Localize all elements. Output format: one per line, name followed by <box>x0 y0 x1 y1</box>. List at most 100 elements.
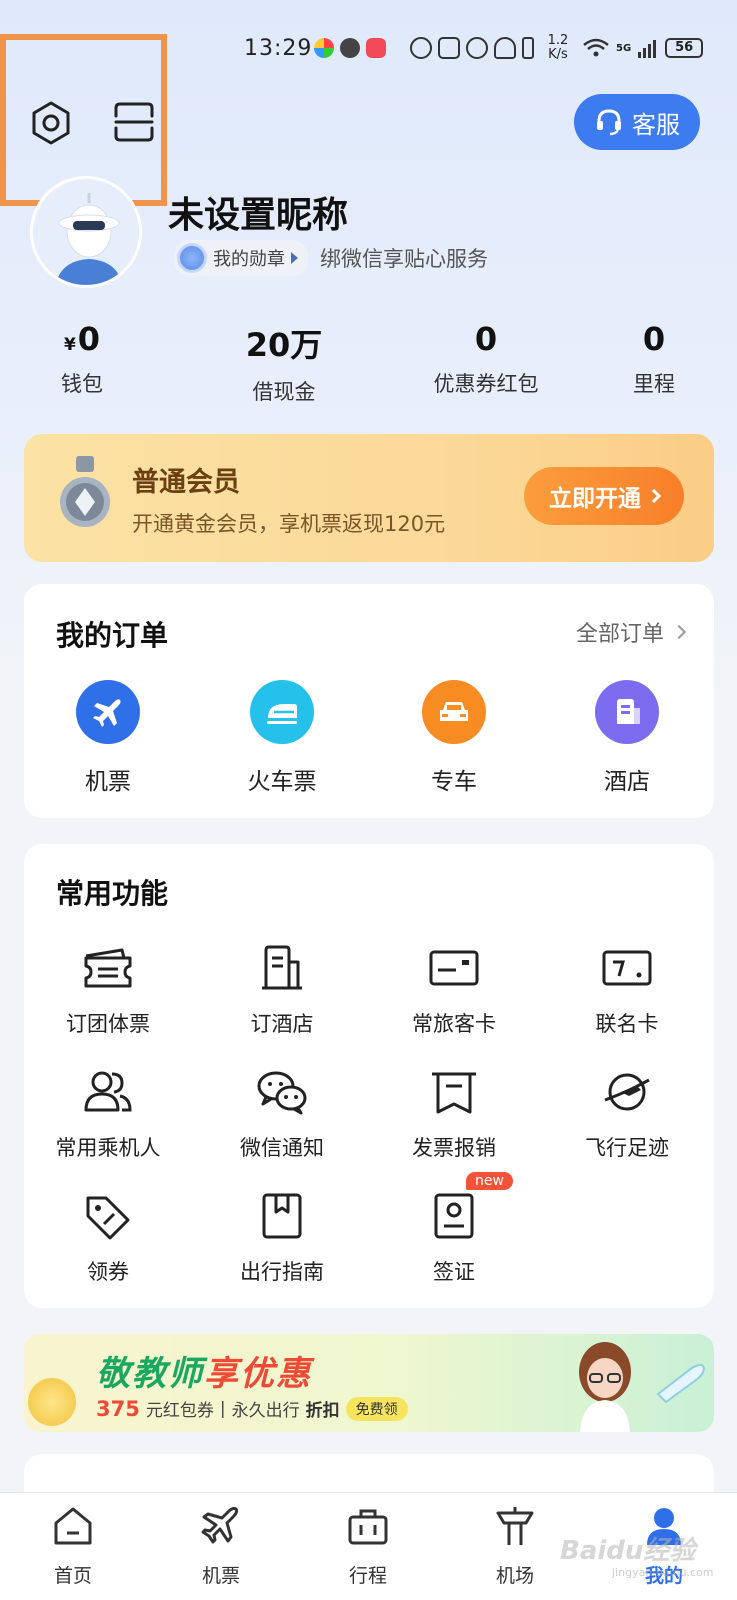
func-flight-footprint[interactable]: 飞行足迹 <box>552 1066 702 1162</box>
signal-bars-icon <box>638 40 657 58</box>
visa-icon: new <box>426 1172 513 1242</box>
func-label: 订酒店 <box>250 1012 314 1036</box>
activate-membership-button[interactable]: 立即开通 <box>524 467 684 525</box>
customer-service-button[interactable]: 客服 <box>574 94 700 150</box>
chevron-right-icon <box>671 624 687 640</box>
train-icon <box>250 680 314 744</box>
signal-label: 5G <box>616 42 632 54</box>
promo-title: 敬教师享优惠 <box>96 1346 312 1395</box>
plane-illustration-icon <box>656 1364 706 1404</box>
hotel-icon <box>595 680 659 744</box>
wechat-icon <box>254 1066 310 1118</box>
status-app-icons <box>314 38 386 58</box>
medal-icon <box>177 243 207 273</box>
func-label: 发票报销 <box>412 1136 496 1160</box>
order-train[interactable]: 火车票 <box>212 680 352 796</box>
stat-coupons[interactable]: 0 优惠券红包 <box>434 320 539 398</box>
stat-mileage[interactable]: 0 里程 <box>633 320 675 398</box>
promo-subtitle: 375 元红包券 | 永久出行 折扣 免费领 <box>96 1396 408 1421</box>
nfc-icon <box>410 37 432 59</box>
nav-label: 首页 <box>53 1565 92 1587</box>
coin-icon <box>28 1378 76 1426</box>
nav-trips[interactable]: 行程 <box>318 1503 418 1588</box>
wechat-notification-icon <box>340 38 360 58</box>
stats-row: ¥0 钱包 20万 借现金 0 优惠券红包 0 里程 <box>0 320 737 404</box>
func-frequent-flyer[interactable]: 常旅客卡 <box>379 942 529 1038</box>
triangle-right-icon <box>291 252 298 264</box>
func-label: 常用乘机人 <box>55 1136 161 1160</box>
nav-label: 机票 <box>201 1565 240 1587</box>
plane-nav-icon <box>201 1506 239 1544</box>
func-invoice[interactable]: 发票报销 <box>379 1066 529 1162</box>
stat-value: 0 <box>642 320 666 358</box>
guide-book-icon <box>254 1190 310 1242</box>
orders-card: 我的订单 全部订单 机票 火车票 专车 酒店 <box>24 584 714 818</box>
promo-amount: 375 <box>96 1396 140 1421</box>
func-visa[interactable]: new 签证 <box>379 1172 529 1286</box>
stat-cash-loan[interactable]: 20万 借现金 <box>246 320 323 406</box>
medal-label: 我的勋章 <box>213 249 285 270</box>
stat-value: 20万 <box>245 326 323 364</box>
nav-label: 机场 <box>495 1565 534 1587</box>
orders-title: 我的订单 <box>56 619 169 652</box>
stat-value: 0 <box>77 320 101 358</box>
network-speed: 1.2 K/s <box>547 33 569 62</box>
avatar[interactable] <box>30 176 142 288</box>
planet-plane-icon <box>599 1066 655 1118</box>
settings-icon[interactable] <box>28 100 74 146</box>
functions-title: 常用功能 <box>56 877 169 910</box>
func-coupons[interactable]: 领券 <box>33 1190 183 1286</box>
func-wechat-notify[interactable]: 微信通知 <box>207 1066 357 1162</box>
activate-label: 立即开通 <box>549 486 641 512</box>
promo-title-a: 敬教师 <box>96 1354 204 1394</box>
order-hotel[interactable]: 酒店 <box>557 680 697 796</box>
func-group-ticket[interactable]: 订团体票 <box>33 942 183 1038</box>
new-badge: new <box>466 1172 513 1190</box>
headset-icon <box>597 109 621 136</box>
stat-label: 里程 <box>633 372 675 396</box>
group-ticket-icon <box>80 942 136 994</box>
all-orders-link[interactable]: 全部订单 <box>575 616 687 648</box>
func-label: 订团体票 <box>66 1012 150 1036</box>
stat-label: 借现金 <box>252 380 316 404</box>
nav-airport[interactable]: 机场 <box>465 1503 565 1588</box>
avatar-illustration <box>33 179 139 285</box>
order-label: 火车票 <box>247 769 317 795</box>
func-co-branded-card[interactable]: 联名卡 <box>552 942 702 1038</box>
scan-icon[interactable] <box>112 100 156 144</box>
teacher-promo-banner[interactable]: 敬教师享优惠 375 元红包券 | 永久出行 折扣 免费领 <box>24 1334 714 1432</box>
func-hotel[interactable]: 订酒店 <box>207 942 357 1038</box>
order-car[interactable]: 专车 <box>384 680 524 796</box>
co-branded-card-icon <box>599 942 655 994</box>
battery-saver-icon <box>522 37 534 59</box>
nickname[interactable]: 未设置昵称 <box>168 186 348 238</box>
func-label: 领券 <box>87 1260 129 1284</box>
status-time: 13:29 <box>244 36 313 61</box>
stat-wallet[interactable]: ¥0 钱包 <box>61 320 103 398</box>
func-travel-guide[interactable]: 出行指南 <box>207 1190 357 1286</box>
airport-tower-icon <box>496 1507 534 1545</box>
order-flights[interactable]: 机票 <box>38 680 178 796</box>
free-claim-button[interactable]: 免费领 <box>345 1396 408 1421</box>
coupon-tag-icon <box>80 1190 136 1242</box>
stat-label: 优惠券红包 <box>433 372 539 396</box>
nav-home[interactable]: 首页 <box>23 1503 123 1588</box>
promo-sub-b: 永久出行 <box>231 1401 300 1421</box>
wifi-icon <box>583 38 609 57</box>
func-passengers[interactable]: 常用乘机人 <box>33 1066 183 1162</box>
plane-icon <box>76 680 140 744</box>
car-icon <box>422 680 486 744</box>
profile-badges: 我的勋章 绑微信享贴心服务 <box>174 240 488 276</box>
medal-button[interactable]: 我的勋章 <box>174 240 308 276</box>
nav-flights[interactable]: 机票 <box>171 1503 271 1588</box>
order-label: 机票 <box>85 769 131 795</box>
wechat-bind-link[interactable]: 绑微信享贴心服务 <box>320 243 488 273</box>
customer-service-label: 客服 <box>632 110 680 139</box>
func-label: 联名卡 <box>595 1012 659 1036</box>
hotel-building-icon <box>254 942 310 994</box>
invoice-icon <box>426 1066 482 1118</box>
all-orders-label: 全部订单 <box>575 622 664 647</box>
watermark-url: jingyan.baidu.com <box>612 1566 714 1579</box>
app-notification-icon <box>366 38 386 58</box>
membership-card[interactable]: 普通会员 开通黄金会员，享机票返现120元 立即开通 <box>24 434 714 562</box>
